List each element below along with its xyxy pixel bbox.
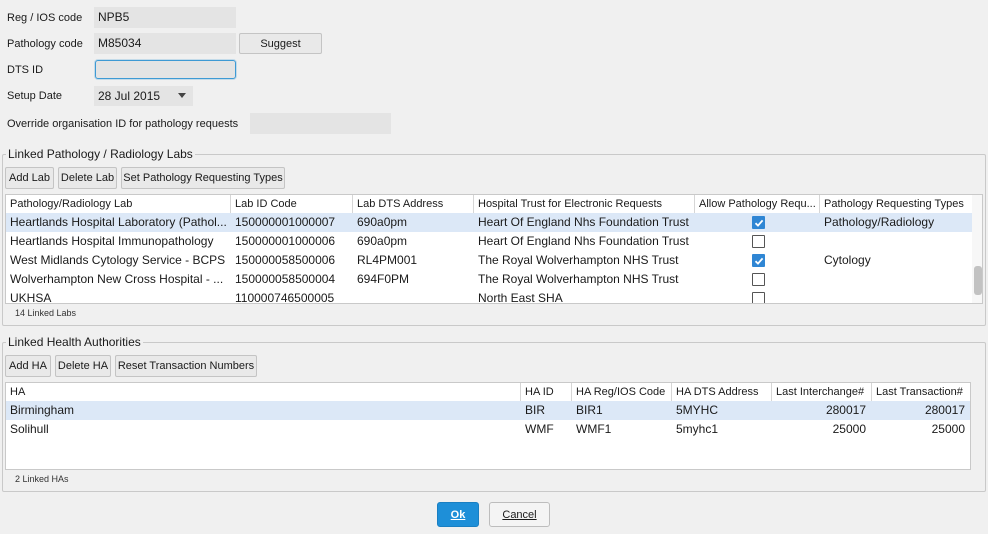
add-lab-button[interactable]: Add Lab [5, 167, 54, 189]
lab-name-cell: Heartlands Hospital Laboratory (Pathol..… [10, 215, 227, 229]
lab-dts-cell: 690a0pm [357, 215, 408, 229]
lab-name-cell: Heartlands Hospital Immunopathology [10, 234, 214, 248]
lab-name-cell: West Midlands Cytology Service - BCPS [10, 253, 226, 267]
lab-id-cell: 110000746500005 [235, 291, 335, 304]
table-row[interactable]: Birmingham BIR BIR1 5MYHC 280017 280017 [6, 401, 970, 420]
suggest-button[interactable]: Suggest [239, 33, 322, 54]
lab-types-cell: Pathology/Radiology [824, 215, 935, 229]
override-org-id-label: Override organisation ID for pathology r… [7, 118, 239, 130]
table-row[interactable]: Solihull WMF WMF1 5myhc1 25000 25000 [6, 420, 970, 439]
lab-types-cell [820, 289, 972, 303]
table-row[interactable]: Heartlands Hospital Laboratory (Pathol..… [6, 213, 972, 232]
reg-ios-code-label: Reg / IOS code [7, 12, 83, 24]
labs-table[interactable]: Pathology/Radiology Lab Lab ID Code Lab … [5, 194, 983, 304]
labs-scrollbar[interactable] [972, 195, 982, 303]
setup-date-value: 28 Jul 2015 [98, 89, 161, 103]
lab-types-cell: Cytology [824, 253, 871, 267]
add-ha-button[interactable]: Add HA [5, 355, 51, 377]
reg-ios-code-field: NPB5 [94, 7, 236, 28]
has-col-reg[interactable]: HA Reg/IOS Code [572, 383, 672, 402]
chevron-down-icon[interactable] [178, 93, 186, 98]
check-icon [754, 219, 764, 227]
lab-dts-cell [353, 289, 474, 303]
ha-reg-cell: BIR1 [576, 403, 603, 417]
ha-dts-cell: 5myhc1 [676, 422, 719, 436]
setup-date-picker[interactable]: 28 Jul 2015 [94, 86, 193, 106]
has-col-ha[interactable]: HA [6, 383, 521, 402]
lab-dts-cell: RL4PM001 [357, 253, 418, 267]
labs-scrollbar-thumb[interactable] [974, 266, 982, 295]
has-col-interchange[interactable]: Last Interchange# [772, 383, 872, 402]
ha-id-cell: BIR [525, 403, 546, 417]
allow-pathology-checkbox[interactable] [752, 216, 765, 229]
lab-id-cell: 150000001000006 [235, 234, 336, 248]
reset-transaction-numbers-button[interactable]: Reset Transaction Numbers [115, 355, 257, 377]
allow-pathology-checkbox[interactable] [752, 254, 765, 267]
labs-col-dts[interactable]: Lab DTS Address [353, 195, 474, 214]
has-table-header: HA HA ID HA Reg/IOS Code HA DTS Address … [6, 383, 970, 402]
table-row[interactable]: Wolverhampton New Cross Hospital - ... 1… [6, 270, 972, 289]
dts-id-label: DTS ID [7, 64, 44, 76]
ok-button[interactable]: Ok [437, 502, 479, 527]
labs-col-lab[interactable]: Pathology/Radiology Lab [6, 195, 231, 214]
setup-date-label: Setup Date [7, 90, 63, 102]
table-row[interactable]: West Midlands Cytology Service - BCPS 15… [6, 251, 972, 270]
lab-id-cell: 150000058500004 [235, 272, 336, 286]
ha-transaction-cell: 280017 [924, 403, 965, 417]
ha-dts-cell: 5MYHC [676, 403, 719, 417]
ha-name-cell: Solihull [10, 422, 49, 436]
ha-id-cell: WMF [525, 422, 554, 436]
lab-types-cell [820, 270, 972, 289]
table-row[interactable]: UKHSA 110000746500005 North East SHA [6, 289, 972, 304]
pathology-code-field: M85034 [94, 33, 236, 54]
lab-trust-cell: The Royal Wolverhampton NHS Trust [478, 253, 679, 267]
linked-labs-count: 14 Linked Labs [15, 308, 77, 318]
lab-types-cell [820, 232, 972, 251]
delete-ha-button[interactable]: Delete HA [55, 355, 111, 377]
labs-col-trust[interactable]: Hospital Trust for Electronic Requests [474, 195, 695, 214]
lab-id-cell: 150000058500006 [235, 253, 336, 267]
has-table[interactable]: HA HA ID HA Reg/IOS Code HA DTS Address … [5, 382, 971, 470]
lab-name-cell: UKHSA [10, 291, 52, 304]
lab-trust-cell: The Royal Wolverhampton NHS Trust [478, 272, 679, 286]
linked-has-title: Linked Health Authorities [6, 335, 143, 349]
lab-dts-cell: 694F0PM [357, 272, 410, 286]
lab-trust-cell: Heart Of England Nhs Foundation Trust [478, 215, 689, 229]
ha-name-cell: Birmingham [10, 403, 75, 417]
labs-col-allow[interactable]: Allow Pathology Requ... [695, 195, 820, 214]
lab-name-cell: Wolverhampton New Cross Hospital - ... [10, 272, 224, 286]
allow-pathology-checkbox[interactable] [752, 292, 765, 303]
check-icon [754, 257, 764, 265]
table-row[interactable]: Heartlands Hospital Immunopathology 1500… [6, 232, 972, 251]
has-col-dts[interactable]: HA DTS Address [672, 383, 772, 402]
linked-has-count: 2 Linked HAs [15, 474, 69, 484]
has-col-transaction[interactable]: Last Transaction# [872, 383, 970, 402]
delete-lab-button[interactable]: Delete Lab [58, 167, 117, 189]
allow-pathology-checkbox[interactable] [752, 235, 765, 248]
cancel-button[interactable]: Cancel [489, 502, 550, 527]
ha-transaction-cell: 25000 [931, 422, 965, 436]
override-org-id-field[interactable] [250, 113, 391, 134]
lab-id-cell: 150000001000007 [235, 215, 336, 229]
labs-col-lab-id[interactable]: Lab ID Code [231, 195, 353, 214]
dts-id-input[interactable] [95, 60, 236, 79]
ha-interchange-cell: 25000 [832, 422, 866, 436]
linked-labs-title: Linked Pathology / Radiology Labs [6, 147, 195, 161]
lab-dts-cell: 690a0pm [357, 234, 408, 248]
has-col-ha-id[interactable]: HA ID [521, 383, 572, 402]
lab-trust-cell: Heart Of England Nhs Foundation Trust [478, 234, 689, 248]
ha-interchange-cell: 280017 [825, 403, 866, 417]
ha-reg-cell: WMF1 [576, 422, 612, 436]
labs-table-header: Pathology/Radiology Lab Lab ID Code Lab … [6, 195, 982, 214]
lab-trust-cell: North East SHA [478, 291, 563, 304]
pathology-code-label: Pathology code [7, 38, 83, 50]
allow-pathology-checkbox[interactable] [752, 273, 765, 286]
labs-col-types[interactable]: Pathology Requesting Types [820, 195, 972, 214]
set-pathology-requesting-types-button[interactable]: Set Pathology Requesting Types [121, 167, 285, 189]
